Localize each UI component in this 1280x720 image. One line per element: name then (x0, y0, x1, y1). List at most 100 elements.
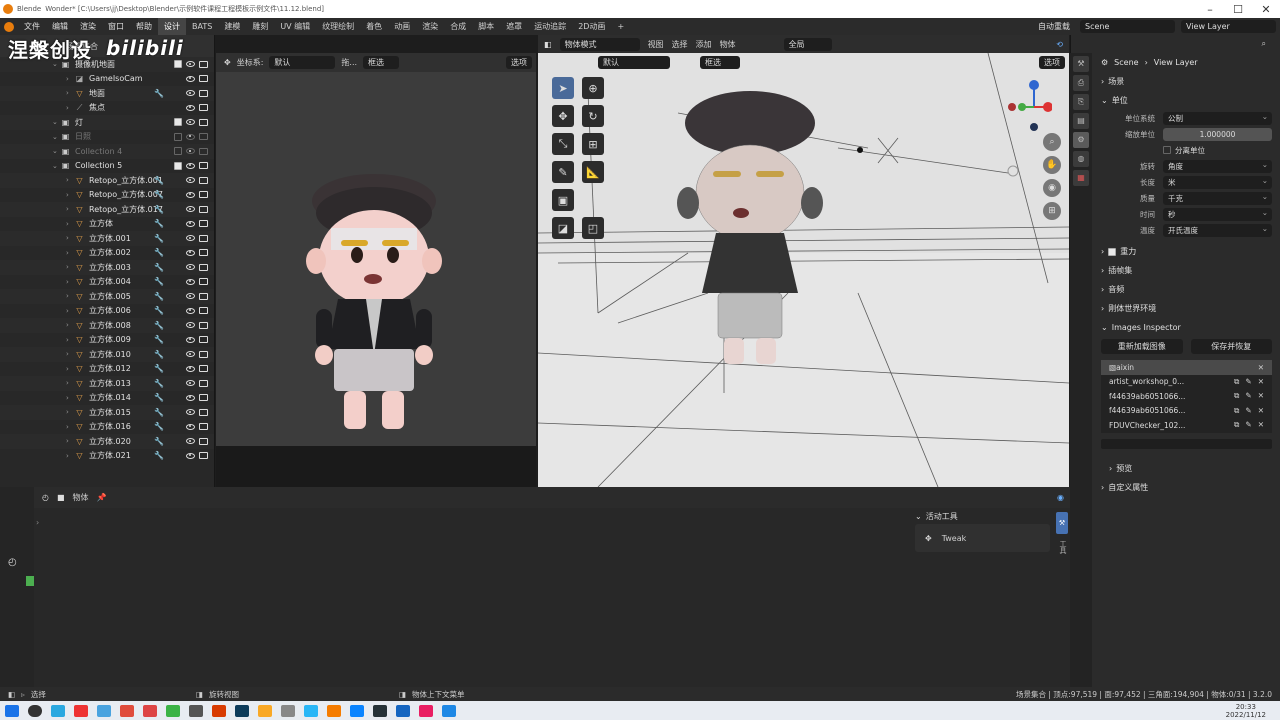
tab-texture-paint[interactable]: 纹理绘制 (316, 18, 360, 35)
modifier-icon[interactable]: 🔧 (154, 248, 164, 257)
outliner-row[interactable]: › ▽ 地面 🔧 (0, 86, 214, 101)
edit-icon[interactable]: ✎ (1245, 391, 1251, 401)
camera-view-icon[interactable]: ◉ (1043, 179, 1061, 197)
modifier-icon[interactable]: 🔧 (154, 408, 164, 417)
modifier-icon[interactable]: 🔧 (154, 422, 164, 431)
start-menu-icon[interactable] (4, 704, 19, 717)
outliner-row[interactable]: › ▽ Retopo_立方体.017 🔧 (0, 202, 214, 217)
3d-viewport[interactable]: ➤ ✥ ⤡ ✎ ▣ ◪ ⊕ ↻ ⊞ 📐 ◰ ⌕ ✋ ◉ ⊞ (538, 53, 1069, 487)
view-layer-selector[interactable]: View Layer (1181, 20, 1276, 33)
select-mode-dropdown-3d[interactable]: 框选 (700, 56, 740, 69)
scene-selector[interactable]: Scene (1080, 20, 1175, 33)
render-camera-icon[interactable] (199, 89, 208, 97)
render-camera-icon[interactable] (199, 336, 208, 344)
outliner-row[interactable]: › ▽ 立方体.001 🔧 (0, 231, 214, 246)
separate-units-toggle[interactable]: 分离单位 (1163, 145, 1280, 156)
outliner-row[interactable]: › ▽ 立方体.003 🔧 (0, 260, 214, 275)
tab-2d-animation[interactable]: 2D动画 (572, 18, 611, 35)
app-icon-4[interactable] (165, 704, 180, 717)
render-camera-icon[interactable] (199, 249, 208, 257)
visibility-eye-icon[interactable] (186, 235, 195, 242)
unit-scale-field[interactable]: 1.000000 (1163, 127, 1272, 141)
app-icon-14[interactable] (441, 704, 456, 717)
image-list-item[interactable]: ▧ aixin ✕ (1101, 360, 1272, 375)
gravity-checkbox[interactable] (1108, 247, 1117, 256)
app-icon-12[interactable] (395, 704, 410, 717)
render-camera-icon[interactable] (199, 379, 208, 387)
blender-taskbar-icon[interactable] (326, 704, 341, 717)
visibility-eye-icon[interactable] (186, 264, 195, 271)
section-scene[interactable]: › 场景 (1093, 72, 1280, 91)
expand-toggle-icon[interactable]: ⌄ (52, 118, 60, 126)
menu-view[interactable]: 视图 (648, 39, 664, 50)
overlay-icon[interactable]: ◉ (1057, 493, 1064, 502)
expand-toggle-icon[interactable]: › (66, 205, 74, 213)
world-tab-icon[interactable]: ◍ (1073, 151, 1089, 167)
visibility-eye-icon[interactable] (186, 220, 195, 227)
unit-dropdown[interactable]: 秒 (1163, 206, 1272, 221)
menu-select[interactable]: 选择 (672, 39, 688, 50)
expand-toggle-icon[interactable]: › (66, 394, 74, 402)
visibility-eye-icon[interactable] (186, 206, 195, 213)
section-keying-sets[interactable]: › 插帧集 (1093, 261, 1280, 280)
outliner-row[interactable]: › ▽ 立方体.008 🔧 (0, 318, 214, 333)
expand-arrow-icon[interactable]: › (36, 518, 39, 527)
expand-toggle-icon[interactable]: ⌄ (52, 147, 60, 155)
pan-icon[interactable]: ✋ (1043, 156, 1061, 174)
modifier-icon[interactable]: 🔧 (154, 263, 164, 272)
outliner-row[interactable]: › ▽ 立方体.002 🔧 (0, 246, 214, 261)
expand-toggle-icon[interactable]: › (66, 220, 74, 228)
tool-side-tab-label[interactable]: 工具 (1056, 540, 1068, 562)
tweak-tool[interactable]: ✥ Tweak (915, 524, 1050, 552)
visibility-eye-icon[interactable] (186, 75, 195, 82)
modifier-icon[interactable]: 🔧 (154, 292, 164, 301)
unit-dropdown[interactable]: 开氏温度 (1163, 222, 1272, 237)
unit-dropdown[interactable]: 米 (1163, 174, 1272, 189)
render-camera-icon[interactable] (199, 234, 208, 242)
expand-toggle-icon[interactable]: › (66, 423, 74, 431)
unit-dropdown[interactable]: 角度 (1163, 158, 1272, 173)
render-camera-icon[interactable] (199, 147, 208, 155)
visibility-eye-icon[interactable] (186, 90, 195, 97)
render-tab-icon[interactable]: ⎙ (1073, 75, 1089, 91)
tab-scripting[interactable]: 脚本 (472, 18, 500, 35)
transform-orientation-dropdown[interactable]: 全局 (783, 37, 832, 51)
visibility-eye-icon[interactable] (186, 293, 195, 300)
visibility-eye-icon[interactable] (186, 177, 195, 184)
visibility-eye-icon[interactable] (186, 409, 195, 416)
select-mode-dropdown[interactable]: 框选 (363, 56, 400, 69)
expand-toggle-icon[interactable]: › (66, 307, 74, 315)
move-tool-icon[interactable]: ✥ (552, 105, 574, 127)
search-icon[interactable]: ⌕ (1262, 39, 1266, 49)
visibility-eye-icon[interactable] (186, 336, 195, 343)
modifier-icon[interactable]: 🔧 (154, 437, 164, 446)
object-mode-icon[interactable]: ■ (57, 493, 65, 502)
outliner-row[interactable]: › ▽ 立方体.013 🔧 (0, 376, 214, 391)
remove-icon[interactable]: ✕ (1258, 363, 1264, 372)
image-list-item[interactable]: artist_workshop_0... ⧉ ✎ ✕ (1101, 375, 1272, 390)
render-camera-icon[interactable] (199, 394, 208, 402)
cursor-tool-icon[interactable]: ⊕ (582, 77, 604, 99)
visibility-eye-icon[interactable] (186, 351, 195, 358)
expand-toggle-icon[interactable]: › (66, 336, 74, 344)
tab-modeling[interactable]: 建模 (218, 18, 246, 35)
expand-toggle-icon[interactable]: › (66, 104, 74, 112)
duplicate-icon[interactable]: ⧉ (1234, 391, 1239, 401)
duplicate-icon[interactable]: ⧉ (1234, 377, 1239, 387)
grid-view-icon[interactable]: ⊞ (1043, 202, 1061, 220)
image-list-item[interactable]: f44639ab6051066... ⧉ ✎ ✕ (1101, 404, 1272, 419)
exclude-checkbox[interactable] (174, 132, 182, 141)
visibility-eye-icon[interactable] (186, 394, 195, 401)
tab-shading[interactable]: 着色 (360, 18, 388, 35)
modifier-icon[interactable]: 🔧 (154, 89, 164, 98)
coord-system-dropdown[interactable]: 默认 (269, 56, 336, 69)
image-list-item[interactable]: FDUVChecker_102... ⧉ ✎ ✕ (1101, 418, 1272, 433)
app-icon-13[interactable] (418, 704, 433, 717)
expand-toggle-icon[interactable]: › (66, 263, 74, 271)
modifier-icon[interactable]: 🔧 (154, 234, 164, 243)
camera-viewport[interactable] (216, 53, 536, 446)
move-icon[interactable]: ✥ (224, 58, 231, 67)
expand-toggle-icon[interactable]: ⌄ (52, 60, 60, 68)
modifier-icon[interactable]: 🔧 (154, 277, 164, 286)
tool-side-tab[interactable]: ⚒ (1056, 512, 1068, 534)
